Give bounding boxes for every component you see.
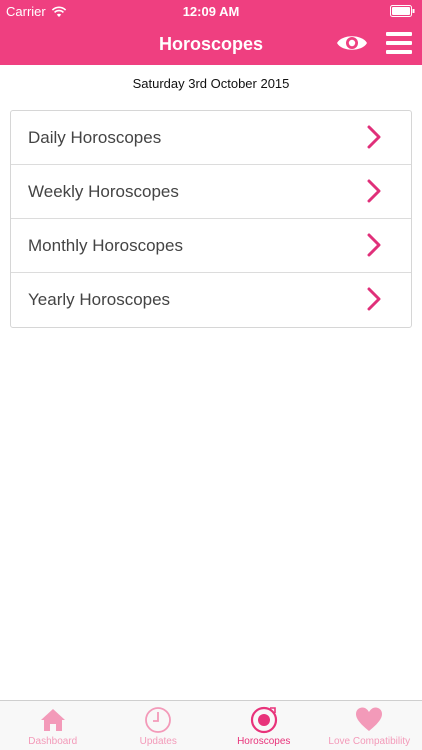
hamburger-menu-icon[interactable] <box>386 31 412 55</box>
list-item-daily[interactable]: Daily Horoscopes <box>11 111 411 165</box>
tab-bar: Dashboard Updates Horoscopes Love Compat… <box>0 700 422 750</box>
tab-love-compatibility[interactable]: Love Compatibility <box>317 701 422 750</box>
horoscope-list: Daily Horoscopes Weekly Horoscopes Month… <box>10 110 412 328</box>
list-item-yearly[interactable]: Yearly Horoscopes <box>11 273 411 327</box>
header: Carrier 12:09 AM Horoscopes <box>0 0 422 65</box>
tab-label: Horoscopes <box>237 736 291 747</box>
status-bar: Carrier 12:09 AM <box>0 0 422 22</box>
list-item-weekly[interactable]: Weekly Horoscopes <box>11 165 411 219</box>
chevron-right-icon <box>367 233 381 257</box>
status-time: 12:09 AM <box>182 4 240 19</box>
eye-icon[interactable] <box>336 32 368 54</box>
list-item-monthly[interactable]: Monthly Horoscopes <box>11 219 411 273</box>
list-item-label: Weekly Horoscopes <box>28 182 179 201</box>
navigation-bar: Horoscopes <box>0 22 422 65</box>
battery-icon <box>390 5 415 17</box>
tab-horoscopes[interactable]: Horoscopes <box>211 701 317 750</box>
home-icon <box>40 709 65 731</box>
heart-icon <box>356 707 383 731</box>
clock-icon <box>145 707 172 733</box>
app-screen: Carrier 12:09 AM Horoscopes Saturday 3rd… <box>0 0 422 750</box>
current-date: Saturday 3rd October 2015 <box>132 76 290 91</box>
tab-label: Love Compatibility <box>328 736 411 747</box>
list-item-label: Yearly Horoscopes <box>28 290 171 309</box>
list-item-label: Daily Horoscopes <box>28 128 162 147</box>
chevron-right-icon <box>367 179 381 203</box>
tab-dashboard[interactable]: Dashboard <box>0 701 106 750</box>
chevron-right-icon <box>367 287 381 311</box>
tab-updates[interactable]: Updates <box>106 701 212 750</box>
chevron-right-icon <box>367 125 381 149</box>
tab-label: Updates <box>139 736 177 747</box>
list-item-label: Monthly Horoscopes <box>28 236 183 255</box>
tab-label: Dashboard <box>28 736 78 747</box>
target-icon <box>250 706 277 734</box>
